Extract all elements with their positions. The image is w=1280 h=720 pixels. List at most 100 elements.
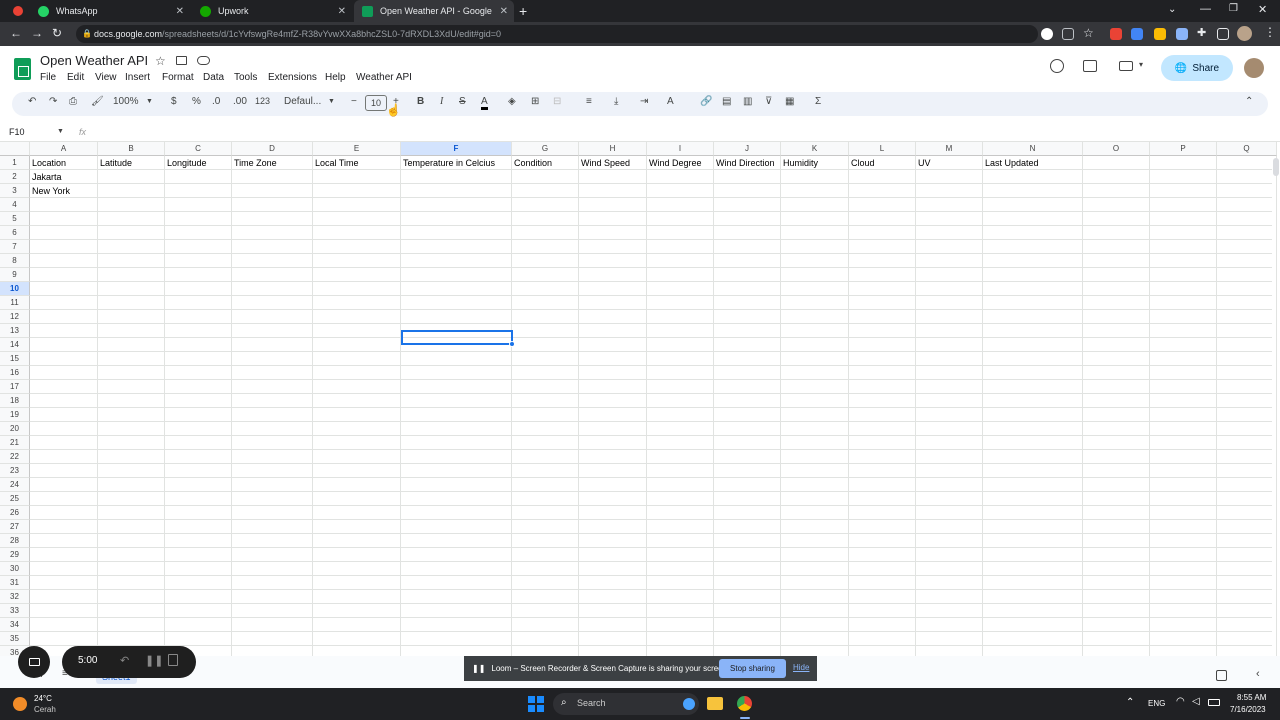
puzzle-icon[interactable]: ✚ [1197,26,1209,39]
column-header-a[interactable]: A [30,142,98,156]
row-header-31[interactable]: 31 [0,576,30,590]
google-icon[interactable] [1041,28,1053,40]
row-header-27[interactable]: 27 [0,520,30,534]
insert-chart-icon[interactable]: ▥ [743,96,752,107]
column-header-b[interactable]: B [98,142,165,156]
restart-icon[interactable]: ↶ [120,654,129,667]
cell-b1[interactable]: Latitude [98,156,165,170]
menu-data[interactable]: Data [203,72,224,83]
redo-icon[interactable]: ↷ [49,96,57,107]
row-header-35[interactable]: 35 [0,632,30,646]
link-icon[interactable]: 🔗 [700,96,712,107]
borders-icon[interactable]: ⊞ [531,96,539,107]
more-icon[interactable]: ⋮ [1264,25,1276,39]
text-wrap-icon[interactable]: ⇥ [640,96,648,107]
filter-views-icon[interactable]: ▦ [785,96,794,107]
decrease-decimal-button[interactable]: .0 [212,96,220,107]
spreadsheet-grid[interactable]: ABCDEFGHIJKLMNOPQ 1 2 3 4 5 6 7 8 9 10 11 12 13 14 15 1… [0,142,1280,702]
row-header-19[interactable]: 19 [0,408,30,422]
chrome-icon[interactable] [737,696,752,711]
column-header-n[interactable]: N [983,142,1083,156]
column-header-d[interactable]: D [232,142,313,156]
row-header-4[interactable]: 4 [0,198,30,212]
hide-link[interactable]: Hide [793,663,809,672]
back-icon[interactable]: ← [10,26,22,40]
column-header-g[interactable]: G [512,142,579,156]
bold-icon[interactable]: B [417,96,424,107]
menu-weather-api[interactable]: Weather API [356,72,412,83]
cell-m1[interactable]: UV [916,156,983,170]
chevron-down-icon[interactable]: ⌄ [1168,4,1176,15]
cell-i1[interactable]: Wind Degree [647,156,714,170]
pause-icon[interactable]: ❚❚ [145,654,163,667]
menu-extensions[interactable]: Extensions [268,72,317,83]
row-header-2[interactable]: 2 [0,170,30,184]
row-header-7[interactable]: 7 [0,240,30,254]
selected-cell-f10[interactable] [401,330,513,345]
minimize-icon[interactable]: — [1200,3,1211,15]
extension-icon[interactable] [1110,28,1122,40]
fill-handle[interactable] [509,341,515,347]
row-header-33[interactable]: 33 [0,604,30,618]
row-header-1[interactable]: 1 [0,156,30,170]
explore-icon[interactable] [1216,670,1227,681]
vertical-scrollbar[interactable] [1273,158,1279,176]
italic-icon[interactable]: I [440,96,443,107]
chevron-left-icon[interactable]: ‹ [1256,668,1260,680]
column-header-o[interactable]: O [1083,142,1150,156]
cell-k1[interactable]: Humidity [781,156,849,170]
cell-h1[interactable]: Wind Speed [579,156,647,170]
column-header-k[interactable]: K [781,142,849,156]
translate-icon[interactable] [1131,28,1143,40]
star-icon[interactable]: ☆ [155,54,166,68]
row-header-23[interactable]: 23 [0,464,30,478]
taskbar-search[interactable]: ⌕ Search [553,693,699,715]
share-button[interactable]: 🌐 Share [1161,55,1233,81]
forward-icon[interactable]: → [31,26,43,40]
row-header-11[interactable]: 11 [0,296,30,310]
cell-j1[interactable]: Wind Direction [714,156,781,170]
stop-sharing-button[interactable]: Stop sharing [719,659,786,678]
row-header-18[interactable]: 18 [0,394,30,408]
cell-a2[interactable]: Jakarta [30,170,98,184]
menu-insert[interactable]: Insert [125,72,150,83]
url-input[interactable]: 🔒 docs.google.com/spreadsheets/d/1cYvfsw… [76,25,1038,43]
meet-icon[interactable] [1119,61,1133,71]
row-header-30[interactable]: 30 [0,562,30,576]
sidepanel-icon[interactable] [1217,28,1229,40]
chevron-up-icon[interactable]: ⌃ [1126,697,1134,708]
bookmark-star-icon[interactable]: ☆ [1083,26,1095,40]
close-tab-icon[interactable]: ✕ [176,6,184,17]
language-indicator[interactable]: ENG [1148,699,1165,708]
row-header-21[interactable]: 21 [0,436,30,450]
column-header-q[interactable]: Q [1217,142,1277,156]
row-header-22[interactable]: 22 [0,450,30,464]
tab-whatsapp[interactable]: WhatsApp ✕ [30,0,190,22]
comment-icon[interactable] [1083,60,1097,72]
document-title[interactable]: Open Weather API [40,53,148,68]
filter-icon[interactable]: ⊽ [765,96,772,107]
vertical-align-icon[interactable]: ⤓ [614,96,618,107]
cell-f1[interactable]: Temperature in Celcius [401,156,512,170]
trash-icon[interactable] [168,654,178,666]
column-header-i[interactable]: I [647,142,714,156]
row-header-17[interactable]: 17 [0,380,30,394]
menu-format[interactable]: Format [162,72,194,83]
close-window-icon[interactable]: ✕ [1258,3,1267,16]
row-header-28[interactable]: 28 [0,534,30,548]
battery-icon[interactable] [1208,699,1220,706]
row-header-5[interactable]: 5 [0,212,30,226]
font-size-decrease-button[interactable]: − [351,96,357,107]
cell-l1[interactable]: Cloud [849,156,916,170]
row-header-24[interactable]: 24 [0,478,30,492]
menu-view[interactable]: View [95,72,117,83]
move-folder-icon[interactable] [176,56,187,65]
text-color-icon[interactable]: A [481,96,488,110]
menu-file[interactable]: File [40,72,56,83]
insert-comment-icon[interactable]: ▤ [722,96,731,107]
row-header-12[interactable]: 12 [0,310,30,324]
formula-input[interactable] [96,125,1272,141]
column-header-m[interactable]: M [916,142,983,156]
new-tab-icon[interactable]: + [519,3,527,19]
reload-icon[interactable]: ↻ [52,26,62,40]
